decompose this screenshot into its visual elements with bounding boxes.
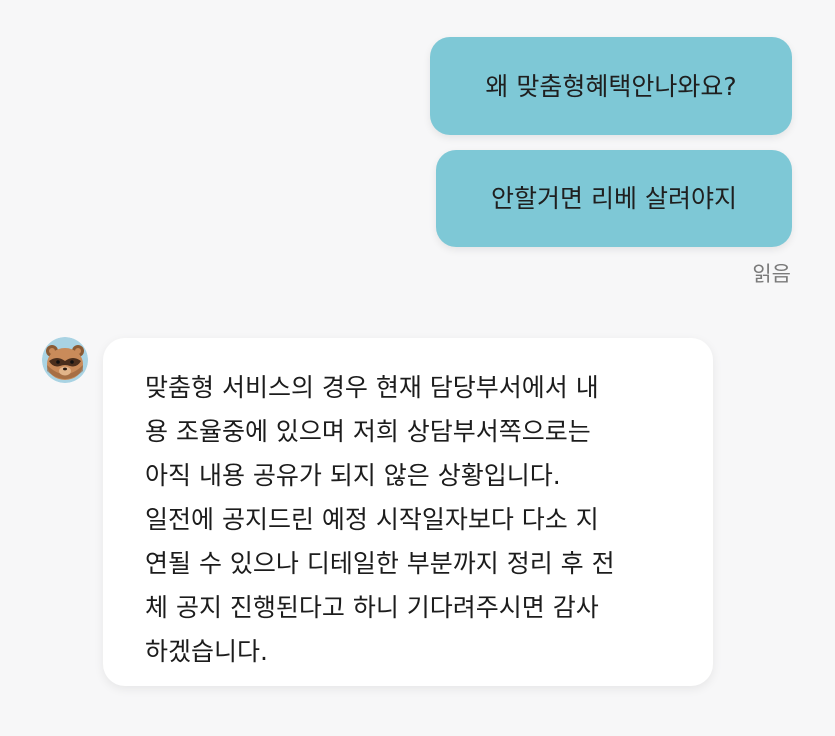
message-text-line: 체 공지 진행된다고 하니 기다려주시면 감사 bbox=[145, 593, 599, 622]
message-text-line: 용 조율중에 있으며 저희 상담부서쪽으로는 bbox=[145, 417, 591, 446]
incoming-message-bubble[interactable]: 맞춤형 서비스의 경우 현재 담당부서에서 내 용 조율중에 있으며 저희 상담… bbox=[103, 338, 713, 686]
message-text-line: 아직 내용 공유가 되지 않은 상황입니다. bbox=[145, 461, 561, 490]
raccoon-avatar-icon[interactable] bbox=[42, 337, 88, 383]
raccoon-icon bbox=[42, 337, 88, 383]
outgoing-message-bubble[interactable]: 안할거면 리베 살려야지 bbox=[436, 150, 792, 247]
outgoing-message-bubble[interactable]: 왜 맞춤형혜택안나와요? bbox=[430, 37, 792, 135]
message-text-line: 맞춤형 서비스의 경우 현재 담당부서에서 내 bbox=[145, 373, 599, 402]
read-receipt: 읽음 bbox=[752, 262, 791, 286]
message-text-line: 하겠습니다. bbox=[145, 637, 268, 666]
message-text-line: 일전에 공지드린 예정 시작일자보다 다소 지 bbox=[145, 505, 599, 534]
message-text: 왜 맞춤형혜택안나와요? bbox=[485, 71, 737, 101]
message-text: 안할거면 리베 살려야지 bbox=[491, 184, 737, 213]
message-text-line: 연될 수 있으나 디테일한 부분까지 정리 후 전 bbox=[145, 549, 615, 578]
